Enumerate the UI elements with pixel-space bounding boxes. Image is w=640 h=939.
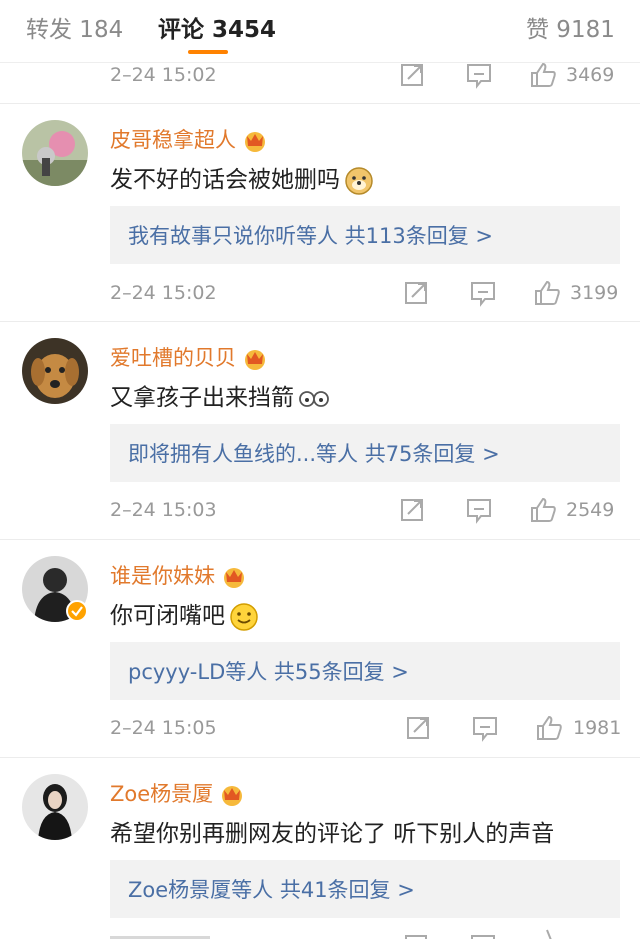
comment-icon[interactable]: [468, 930, 498, 939]
like-icon[interactable]: [532, 928, 562, 939]
reply-summary[interactable]: 即将拥有人鱼线的...等人 共75条回复 >: [110, 424, 620, 482]
reply-summary-link[interactable]: pcyyy-LD等人 共55条回复 >: [128, 656, 409, 686]
comment-meta-row: 2–24 15:05 1981: [0, 709, 640, 749]
repost-icon[interactable]: [404, 713, 434, 743]
verified-badge-icon: [66, 600, 88, 622]
crown-badge-icon: [245, 132, 265, 152]
username[interactable]: 皮哥稳拿超人: [110, 124, 268, 154]
avatar[interactable]: [22, 338, 88, 404]
repost-icon[interactable]: [402, 278, 432, 308]
avatar[interactable]: [22, 120, 88, 186]
like-count: 3469: [566, 64, 615, 86]
comment-icon[interactable]: [470, 713, 500, 743]
comment-meta-row: [0, 926, 640, 939]
repost-icon[interactable]: [398, 60, 428, 90]
comment-time: 2–24 15:03: [110, 499, 217, 521]
tab-likes[interactable]: 赞 9181: [526, 10, 615, 44]
username[interactable]: 爱吐槽的贝贝: [110, 342, 268, 372]
like-icon[interactable]: [534, 713, 564, 743]
comment-text: 发不好的话会被她删吗: [110, 160, 374, 196]
speechless-emoji-icon: [299, 390, 329, 407]
reply-summary[interactable]: Zoe杨景厦等人 共41条回复 >: [110, 860, 620, 918]
comment-time: 2–24 15:05: [110, 717, 217, 739]
repost-icon[interactable]: [402, 930, 432, 939]
tab-comments[interactable]: 评论 3454: [158, 10, 276, 44]
like-icon[interactable]: [528, 495, 558, 525]
comment-text: 你可闭嘴吧: [110, 596, 259, 632]
comment-time: 2–24 15:02: [110, 64, 217, 86]
repost-icon[interactable]: [398, 495, 428, 525]
tab-bar: 转发 184 评论 3454 赞 9181: [0, 0, 640, 63]
crown-badge-icon: [222, 786, 243, 806]
like-count: 1981: [573, 717, 622, 739]
comment-time: 2–24 15:02: [110, 282, 217, 304]
username[interactable]: Zoe杨景厦: [110, 778, 245, 808]
crown-badge-icon: [224, 568, 244, 588]
comment-text: 希望你别再删网友的评论了 听下别人的声音: [110, 821, 555, 847]
tab-repost[interactable]: 转发 184: [26, 10, 123, 44]
like-icon[interactable]: [532, 278, 562, 308]
comment-meta-row: 2–24 15:02 3199: [0, 274, 640, 314]
avatar[interactable]: [22, 774, 88, 840]
divider: [0, 539, 640, 540]
comment-icon[interactable]: [464, 60, 494, 90]
like-icon[interactable]: [528, 60, 558, 90]
comment-icon[interactable]: [464, 495, 494, 525]
divider: [0, 757, 640, 758]
divider: [0, 103, 640, 104]
crown-badge-icon: [245, 350, 265, 370]
comment-text: 又拿孩子出来挡箭: [110, 378, 330, 414]
reply-summary-link[interactable]: Zoe杨景厦等人 共41条回复 >: [128, 874, 415, 904]
comment-meta-row: 2–24 15:02 3469: [0, 56, 640, 96]
reply-summary[interactable]: 我有故事只说你听等人 共113条回复 >: [110, 206, 620, 264]
reply-summary[interactable]: pcyyy-LD等人 共55条回复 >: [110, 642, 620, 700]
like-count: 3199: [570, 282, 619, 304]
cut-off-time: [110, 936, 210, 939]
reply-summary-link[interactable]: 即将拥有人鱼线的...等人 共75条回复 >: [128, 438, 500, 468]
doge-emoji-icon: [345, 166, 373, 195]
divider: [0, 321, 640, 322]
comment-meta-row: 2–24 15:03 2549: [0, 491, 640, 531]
username[interactable]: 谁是你妹妹: [110, 560, 247, 590]
smile-emoji-icon: [230, 602, 258, 631]
comment-icon[interactable]: [468, 278, 498, 308]
like-count: 2549: [566, 499, 615, 521]
reply-summary-link[interactable]: 我有故事只说你听等人 共113条回复 >: [128, 220, 493, 250]
active-tab-indicator: [188, 50, 228, 54]
